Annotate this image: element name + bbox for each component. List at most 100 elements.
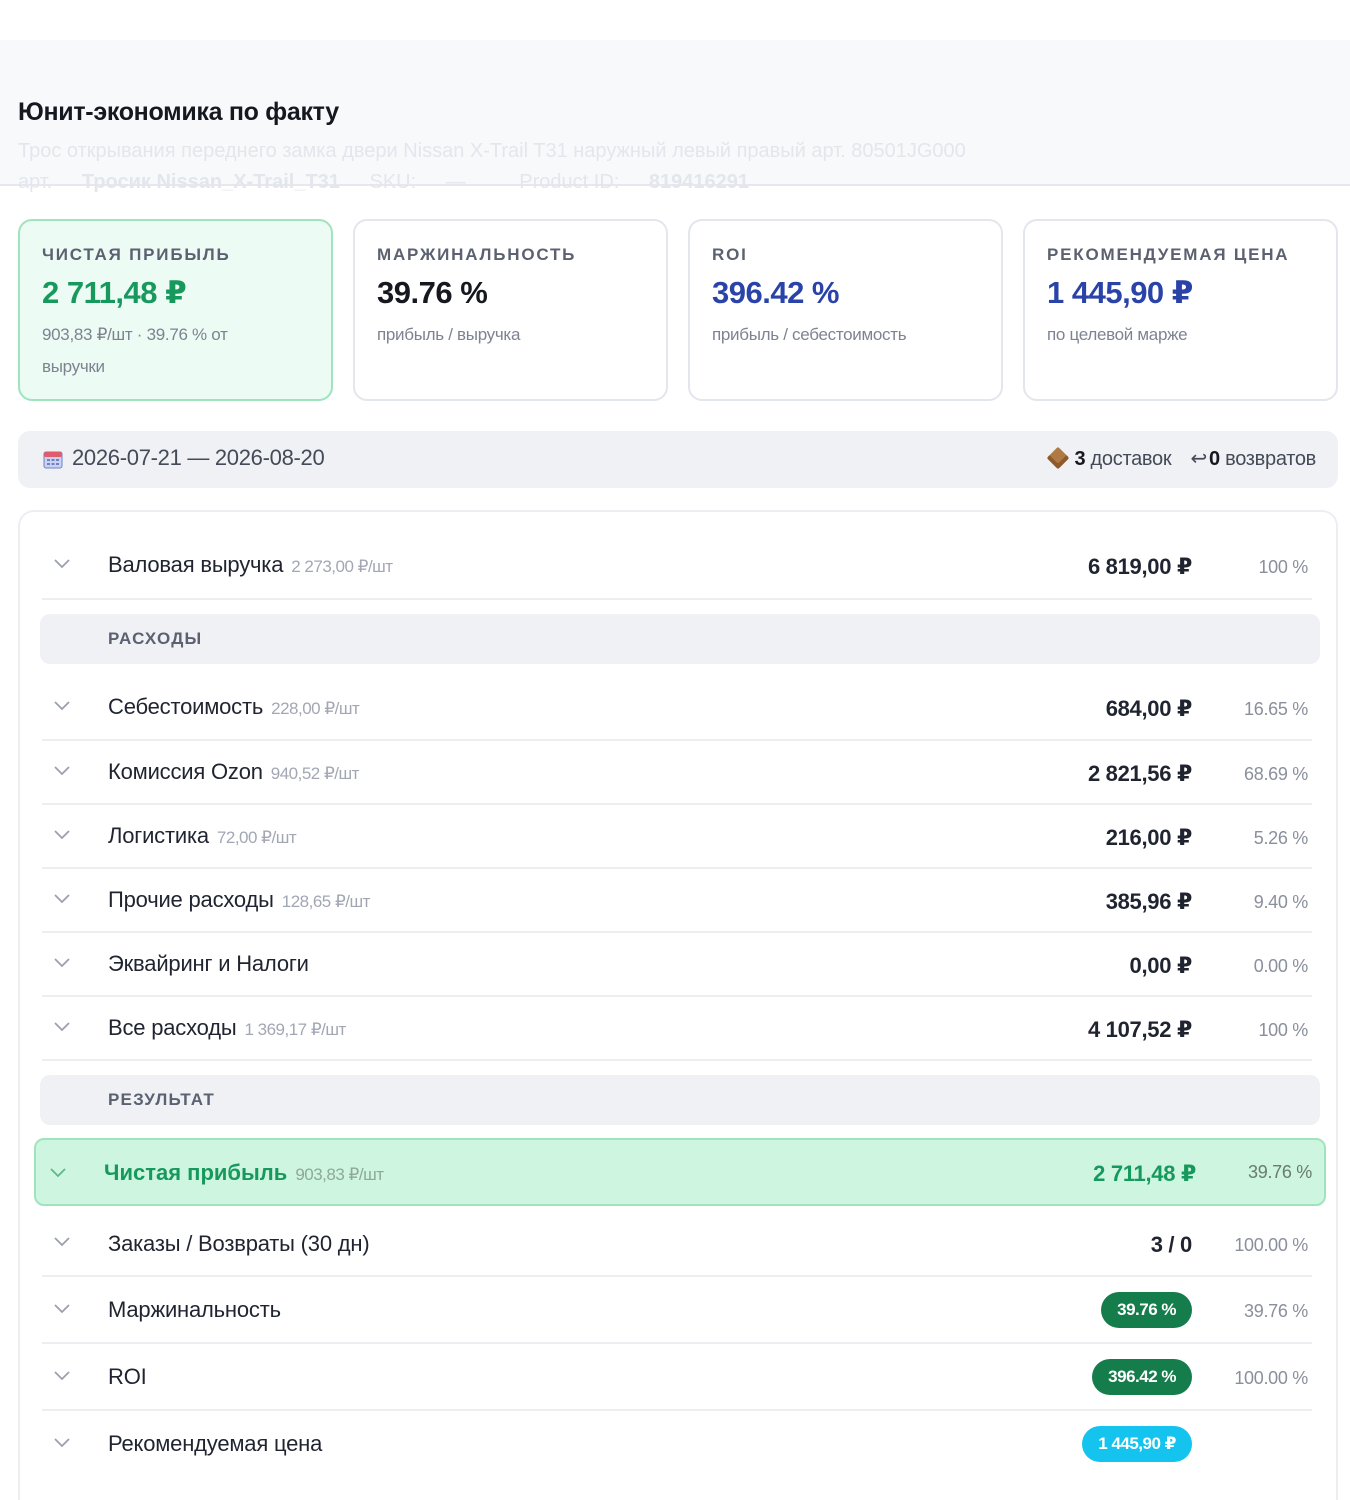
chevron-down-icon[interactable] [50, 1165, 66, 1183]
kpi-hint: по целевой марже [1047, 325, 1188, 344]
kpi-card-recommended-price: РЕКОМЕНДУЕМАЯ ЦЕНА 1 445,90 ₽ по целевой… [1023, 219, 1338, 401]
kpi-value: 39.76 % [377, 275, 488, 310]
kpi-value: 2 711,48 ₽ [42, 275, 187, 310]
row-value: 3 / 0 [1150, 1232, 1193, 1257]
row-name: Маржинальность [108, 1297, 281, 1322]
table-row-net-profit[interactable]: Чистая прибыль 903,83 ₽/шт 2 711,48 ₽ 39.… [34, 1138, 1326, 1206]
table-row-ozon-commission[interactable]: Комиссия Ozon 940,52 ₽/шт 2 821,56 ₽ 68.6… [42, 741, 1312, 805]
period-bar: 2026-07-21 — 2026-08-20 3 доставок ↩ 0 во… [18, 431, 1338, 488]
row-unit: 1 369,17 ₽/шт [244, 1020, 346, 1039]
chevron-down-icon[interactable] [54, 1304, 70, 1320]
row-unit: 228,00 ₽/шт [271, 699, 360, 718]
row-value: 216,00 ₽ [1105, 825, 1193, 850]
kpi-card-net-profit: ЧИСТАЯ ПРИБЫЛЬ 2 711,48 ₽ 903,83 ₽/шт · … [18, 219, 333, 401]
page-header: Юнит-экономика по факту Трос открывания … [0, 40, 1350, 193]
row-name: Эквайринг и Налоги [108, 951, 309, 976]
table-row-roi[interactable]: ROI 396.42 % 100.00 % [42, 1344, 1312, 1411]
row-percent: 16.65 % [1244, 699, 1308, 719]
row-unit: 903,83 ₽/шт [295, 1165, 384, 1184]
kpi-label: МАРЖИНАЛЬНОСТЬ [377, 245, 577, 264]
table-row-cost[interactable]: Себестоимость 228,00 ₽/шт 684,00 ₽ 16.65 … [42, 676, 1312, 741]
row-percent: 39.76 % [1248, 1162, 1312, 1182]
calendar-icon [43, 451, 63, 469]
chevron-down-icon[interactable] [54, 1371, 70, 1387]
row-value: 0,00 ₽ [1129, 953, 1193, 978]
returns-label: возвратов [1225, 448, 1316, 470]
kpi-label: ROI [712, 245, 748, 264]
table-row-orders-returns[interactable]: Заказы / Возвраты (30 дн) 3 / 0 100.00 % [42, 1212, 1312, 1277]
section-expenses: РАСХОДЫ [40, 614, 1320, 664]
economics-table: Валовая выручка 2 273,00 ₽/шт 6 819,00 ₽ … [18, 510, 1338, 1500]
kpi-value: 396.42 % [712, 275, 840, 310]
product-name: Трос открывания переднего замка двери Ni… [18, 140, 966, 162]
chevron-down-icon[interactable] [54, 830, 70, 846]
deliveries-label: доставок [1090, 448, 1172, 470]
chevron-down-icon[interactable] [54, 559, 70, 575]
row-name: Комиссия Ozon 940,52 ₽/шт [108, 759, 360, 784]
return-arrow-icon: ↩ [1190, 448, 1208, 470]
row-name: Себестоимость 228,00 ₽/шт [108, 694, 360, 719]
row-percent: 100.00 % [1234, 1235, 1308, 1255]
row-name: Заказы / Возвраты (30 дн) [108, 1231, 370, 1256]
row-value: 4 107,52 ₽ [1087, 1017, 1192, 1042]
table-row-revenue[interactable]: Валовая выручка 2 273,00 ₽/шт 6 819,00 ₽ … [42, 512, 1312, 600]
page-title: Юнит-экономика по факту [18, 98, 339, 126]
row-name: Чистая прибыль 903,83 ₽/шт [104, 1160, 384, 1185]
kpi-hint: прибыль / выручка [377, 325, 521, 344]
table-row-all-expenses[interactable]: Все расходы 1 369,17 ₽/шт 4 107,52 ₽ 100 … [42, 997, 1312, 1061]
row-name: Прочие расходы 128,65 ₽/шт [108, 887, 371, 912]
recommended-price-badge: 1 445,90 ₽ [1082, 1426, 1192, 1462]
row-name: Рекомендуемая цена [108, 1431, 323, 1456]
row-value: 385,96 ₽ [1105, 889, 1193, 914]
row-value: 6 819,00 ₽ [1087, 554, 1192, 579]
chevron-down-icon[interactable] [54, 1022, 70, 1038]
row-name: Валовая выручка 2 273,00 ₽/шт [108, 552, 393, 577]
row-percent: 39.76 % [1244, 1301, 1308, 1321]
table-row-other-expenses[interactable]: Прочие расходы 128,65 ₽/шт 385,96 ₽ 9.40 … [42, 869, 1312, 933]
kpi-hint: 903,83 ₽/шт · 39.76 % от выручки [42, 325, 228, 376]
row-value: 684,00 ₽ [1105, 696, 1193, 721]
chevron-down-icon[interactable] [54, 894, 70, 910]
period-range: 2026-07-21 — 2026-08-20 [72, 445, 325, 470]
product-id: Product ID: 819416291 [519, 171, 750, 193]
kpi-card-roi: ROI 396.42 % прибыль / себестоимость [688, 219, 1003, 401]
margin-badge: 39.76 % [1101, 1292, 1192, 1328]
row-name: Логистика 72,00 ₽/шт [108, 823, 297, 848]
deliveries-count: 3 [1074, 448, 1086, 470]
table-row-recommended-price[interactable]: Рекомендуемая цена 1 445,90 ₽ [42, 1411, 1312, 1500]
returns-count: 0 [1209, 448, 1220, 470]
chevron-down-icon[interactable] [54, 766, 70, 782]
row-percent: 0.00 % [1253, 956, 1309, 976]
row-unit: 2 273,00 ₽/шт [291, 557, 393, 576]
row-percent: 9.40 % [1253, 892, 1309, 912]
kpi-cards: ЧИСТАЯ ПРИБЫЛЬ 2 711,48 ₽ 903,83 ₽/шт · … [18, 219, 1338, 401]
chevron-down-icon[interactable] [54, 958, 70, 974]
row-percent: 100 % [1258, 557, 1308, 577]
period-stats: 3 доставок ↩ 0 возвратов [1047, 446, 1316, 471]
chevron-down-icon[interactable] [54, 1237, 70, 1253]
kpi-label: РЕКОМЕНДУЕМАЯ ЦЕНА [1047, 245, 1290, 264]
product-meta: арт. Тросик Nissan_X-Trail_T31 SKU: — Pr… [18, 171, 773, 194]
row-unit: 128,65 ₽/шт [281, 892, 371, 911]
row-value: 2 711,48 ₽ [1093, 1161, 1196, 1186]
kpi-hint: прибыль / себестоимость [712, 325, 907, 344]
section-label: РЕЗУЛЬТАТ [108, 1090, 215, 1109]
row-percent: 100 % [1258, 1020, 1308, 1040]
product-sku: SKU: — [369, 171, 466, 193]
kpi-card-margin: МАРЖИНАЛЬНОСТЬ 39.76 % прибыль / выручка [353, 219, 668, 401]
table-row-margin[interactable]: Маржинальность 39.76 % 39.76 % [42, 1277, 1312, 1344]
row-name: Все расходы 1 369,17 ₽/шт [108, 1015, 346, 1040]
row-unit: 940,52 ₽/шт [270, 764, 360, 783]
box-icon [1047, 446, 1070, 470]
row-name: ROI [108, 1364, 147, 1389]
table-row-acquiring-taxes[interactable]: Эквайринг и Налоги 0,00 ₽ 0.00 % [42, 933, 1312, 997]
row-percent: 100.00 % [1234, 1368, 1308, 1388]
chevron-down-icon[interactable] [54, 701, 70, 717]
row-percent: 5.26 % [1253, 828, 1309, 848]
row-value: 2 821,56 ₽ [1087, 761, 1192, 786]
row-unit: 72,00 ₽/шт [216, 828, 297, 847]
chevron-down-icon[interactable] [54, 1438, 70, 1454]
table-row-logistics[interactable]: Логистика 72,00 ₽/шт 216,00 ₽ 5.26 % [42, 805, 1312, 869]
kpi-value: 1 445,90 ₽ [1047, 275, 1193, 310]
row-percent: 68.69 % [1244, 764, 1308, 784]
